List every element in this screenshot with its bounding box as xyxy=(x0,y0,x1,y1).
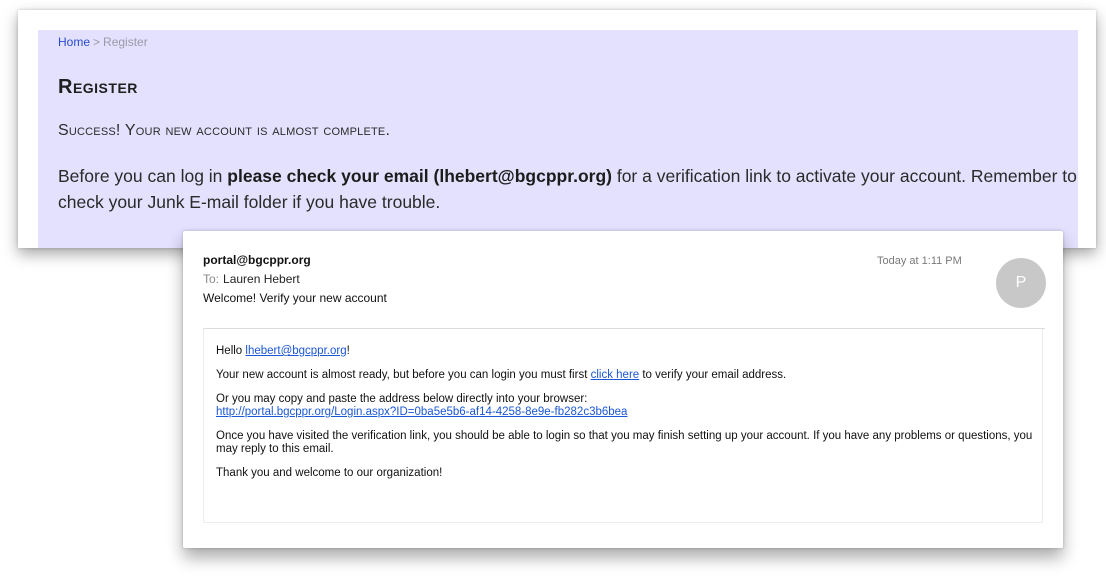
greeting-prefix: Hello xyxy=(216,345,246,357)
register-panel: Home > Register Register Success! Your new… xyxy=(38,30,1078,248)
email-closing: Thank you and welcome to our organizatio… xyxy=(216,467,443,479)
success-message: Success! Your new account is almost comp… xyxy=(58,122,391,139)
email-line-verify: Your new account is almost ready, but be… xyxy=(216,369,1042,382)
email-timestamp: Today at 1:11 PM xyxy=(877,255,962,267)
register-page-card: Home > Register Register Success! Your new… xyxy=(18,10,1096,248)
email-body: Hello lhebert@bgcppr.org! Your new accou… xyxy=(203,329,1043,523)
email-line-followup: Once you have visited the verification l… xyxy=(216,430,1033,455)
breadcrumb: Home > Register xyxy=(58,35,148,49)
verification-instruction: Before you can log in please check your … xyxy=(58,163,1078,215)
verification-url-link[interactable]: http://portal.bgcppr.org/Login.aspx?ID=0… xyxy=(216,406,627,418)
email-message-card: portal@bgcppr.org To: Lauren Hebert Welco… xyxy=(183,231,1063,548)
email-to-label: To: xyxy=(203,272,220,286)
instruction-prefix: Before you can log in xyxy=(58,166,228,186)
email-recipient-name: Lauren Hebert xyxy=(223,272,300,286)
email-subject: Welcome! Verify your new account xyxy=(203,291,387,305)
sender-avatar: P xyxy=(996,258,1046,308)
breadcrumb-current: Register xyxy=(103,35,148,49)
click-here-link[interactable]: click here xyxy=(591,369,640,381)
copy-instruction: Or you may copy and paste the address be… xyxy=(216,393,588,405)
verify-line-prefix: Your new account is almost ready, but be… xyxy=(216,369,591,381)
greeting-email-link[interactable]: lhebert@bgcppr.org xyxy=(245,345,346,357)
greeting-suffix: ! xyxy=(346,345,350,357)
breadcrumb-home-link[interactable]: Home xyxy=(58,35,90,49)
page-title: Register xyxy=(58,76,138,98)
verify-line-suffix: to verify your email address. xyxy=(639,369,787,381)
screenshot-stage: Home > Register Register Success! Your new… xyxy=(0,0,1106,578)
instruction-email-emphasis: please check your email (lhebert@bgcppr.… xyxy=(227,166,612,186)
email-greeting: Hello lhebert@bgcppr.org! xyxy=(216,345,1042,358)
email-recipient-line: To: Lauren Hebert xyxy=(203,272,1043,286)
email-line-copy: Or you may copy and paste the address be… xyxy=(216,393,1042,419)
breadcrumb-separator: > xyxy=(93,35,101,49)
